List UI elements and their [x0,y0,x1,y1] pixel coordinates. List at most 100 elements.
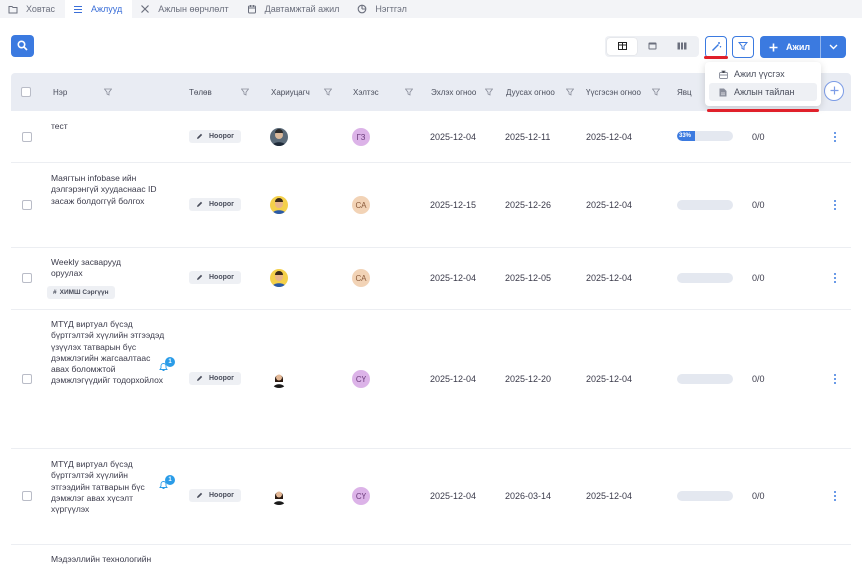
avatar[interactable] [270,196,288,214]
department-badge: СҮ [352,487,370,505]
filter-icon[interactable] [405,73,413,111]
highlight-underline [707,109,819,112]
row-checkbox[interactable] [22,374,32,384]
tab-label: Ховтас [26,4,56,14]
table-row[interactable]: МТҮД виртуал бүсэд бүртгэлтэй хүүлийн эт… [11,310,851,449]
tab-label: Ажлууд [91,4,123,14]
notification-badge: 1 [165,357,175,367]
more-options-icon[interactable] [832,374,838,384]
created-date: 2025-12-04 [586,200,633,210]
row-checkbox[interactable] [22,200,32,210]
progress-bar [677,374,733,384]
row-checkbox[interactable] [22,273,32,283]
more-options-icon[interactable] [832,132,838,142]
status-chip[interactable]: Ноорог [189,271,242,284]
more-options-icon[interactable] [832,200,838,210]
end-date: 2025-12-26 [505,200,552,210]
task-name[interactable]: тест [51,121,166,132]
pencil-icon [196,375,203,382]
created-date: 2025-12-04 [586,132,633,142]
tab-summary[interactable]: Нэгтгэл [349,0,416,18]
board-view-button[interactable] [667,38,697,55]
menu-item-create-task[interactable]: Ажил үүсгэх [709,65,817,83]
row-checkbox[interactable] [22,491,32,501]
task-name[interactable]: Weekly засварууд оруулах [51,257,166,280]
list-icon [73,4,83,14]
status-chip[interactable]: Ноорог [189,489,242,502]
tab-tasks[interactable]: Ажлууд [65,0,133,18]
pencil-icon [196,201,203,208]
filter-icon[interactable] [485,73,493,111]
table-row[interactable]: Weekly засварууд оруулах # ХИМШ Сэргүүн … [11,248,851,310]
progress-bar [677,273,733,283]
end-date: 2025-12-20 [505,374,552,384]
task-name[interactable]: МТҮД виртуал бүсэд бүртгэлтэй хүүлийн эт… [51,459,166,515]
plus-icon [830,86,839,97]
table-row[interactable]: МТҮД виртуал бүсэд бүртгэлтэй хүүлийн эт… [11,449,851,545]
status-chip[interactable]: Ноорог [189,372,242,385]
table-row[interactable]: Мэдээллийн технологийн [11,545,851,570]
task-name[interactable]: Мэдээллийн технологийн [51,554,166,565]
avatar[interactable] [270,269,288,287]
filter-icon[interactable] [241,73,249,111]
pencil-icon [196,133,203,140]
avatar[interactable] [270,128,288,146]
status-chip[interactable]: Ноорог [189,130,242,143]
view-switcher [605,36,699,57]
task-name[interactable]: Маягтын infobase ийн дэлгэрэнгүй хуудасн… [51,173,166,207]
end-date: 2026-03-14 [505,491,552,501]
filter-icon[interactable] [104,73,112,111]
filter-icon[interactable] [324,73,332,111]
column-header-created-date: Үүсгэсэн огноо [586,87,641,97]
status-chip[interactable]: Ноорог [189,198,242,211]
avatar[interactable] [270,487,288,505]
more-options-icon[interactable] [832,491,838,501]
add-column-button[interactable] [824,81,844,101]
status-label: Ноорог [209,201,235,208]
calendar-view-button[interactable] [637,38,667,55]
select-all-checkbox[interactable] [21,73,31,111]
column-header-start-date: Эхлэх огноо [431,87,477,97]
tab-recurring[interactable]: Давтамжтай ажил [239,0,350,18]
tab-folders[interactable]: Ховтас [0,0,65,18]
more-options-icon[interactable] [832,273,838,283]
created-date: 2025-12-04 [586,374,633,384]
filter-button[interactable] [732,36,754,58]
end-date: 2025-12-11 [505,132,551,142]
menu-item-task-report[interactable]: Ажлын тайлан [709,83,817,101]
highlight-underline [704,56,728,59]
department-badge: ГЗ [352,128,370,146]
chevron-down-icon[interactable] [821,44,846,50]
document-icon [719,88,728,97]
status-label: Ноорог [209,375,235,382]
notification-bell[interactable]: 1 [159,357,179,375]
tab-task-changes[interactable]: Ажлын өөрчлөлт [132,0,238,18]
add-dropdown-menu: Ажил үүсгэх Ажлын тайлан [705,62,821,106]
task-name[interactable]: МТҮД виртуал бүсэд бүртгэлтэй хүүлийн эт… [51,319,166,387]
department-badge: СА [352,269,370,287]
search-button[interactable] [11,35,34,57]
hash-icon: # [53,289,57,296]
task-name-line: Weekly засварууд [51,257,121,267]
add-task-label: Ажил [786,42,811,52]
filter-icon [737,41,749,53]
table-row[interactable]: Маягтын infobase ийн дэлгэрэнгүй хуудасн… [11,163,851,248]
magic-wand-button[interactable] [705,36,727,58]
created-date: 2025-12-04 [586,491,633,501]
column-header-status: Төлөв [189,87,212,97]
task-name-line: оруулах [51,268,83,279]
row-checkbox[interactable] [22,132,32,142]
column-header-department: Хэлтэс [353,87,379,97]
filter-icon[interactable] [566,73,574,111]
column-header-progress: Явц [677,87,692,97]
notification-bell[interactable]: 1 [159,475,179,493]
avatar[interactable] [270,370,288,388]
table-view-button[interactable] [607,38,637,55]
progress-fill: 33% [677,131,696,141]
table-row[interactable]: тест Ноорог ГЗ 2025-12-04 2025-12-11 202… [11,111,851,163]
calendar-icon [247,4,257,14]
end-date: 2025-12-05 [505,273,552,283]
add-task-button[interactable]: Ажил [760,36,846,58]
project-tag[interactable]: # ХИМШ Сэргүүн [47,286,115,299]
filter-icon[interactable] [652,73,660,111]
